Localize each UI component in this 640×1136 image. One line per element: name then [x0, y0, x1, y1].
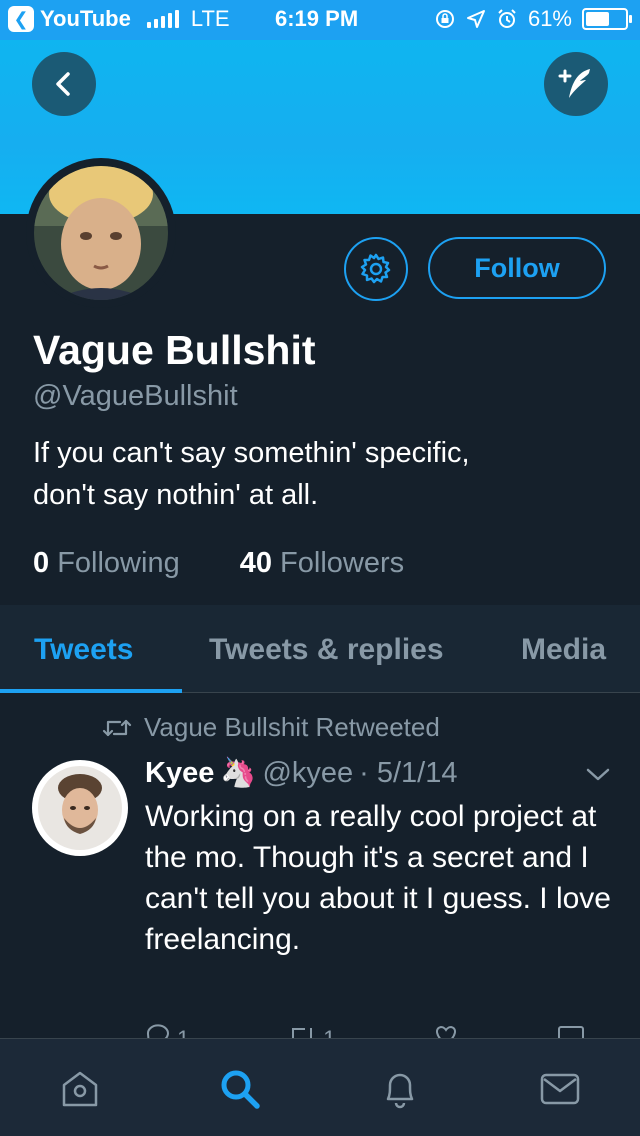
bio-line-1: If you can't say somethin' specific, — [33, 437, 470, 469]
bottom-tab-bar — [0, 1038, 640, 1136]
retweet-count: 1 — [323, 1026, 335, 1038]
carrier-label: LTE — [190, 6, 230, 31]
signal-icon — [146, 10, 179, 28]
profile-bio: If you can't say somethin' specific, don… — [33, 432, 613, 516]
tweet-actions: 1 1 — [145, 1024, 585, 1038]
tweet-author-handle[interactable]: @kyee — [262, 757, 353, 790]
mail-icon — [540, 1073, 580, 1105]
tweet-author-name[interactable]: Kyee — [145, 757, 214, 790]
alarm-icon — [498, 9, 516, 28]
back-to-app-icon[interactable]: ❮ — [8, 6, 34, 32]
tweet-header: Kyee 🦄 @kyee · 5/1/14 — [145, 756, 457, 790]
battery-icon — [582, 8, 632, 30]
battery-percent: 61% — [527, 6, 572, 31]
profile-settings-button[interactable] — [344, 237, 408, 301]
retweet-action[interactable]: 1 — [287, 1024, 336, 1038]
active-tab-indicator — [0, 689, 182, 693]
tweet-date: · 5/1/14 — [359, 756, 458, 789]
followers-stat[interactable]: 40 Followers — [240, 547, 404, 580]
heart-icon — [436, 1025, 457, 1038]
status-bar: ❮ YouTube LTE 6:19 PM 61% — [0, 0, 640, 40]
tweet-text: Working on a really cool project at the … — [145, 800, 611, 956]
tab-tweets[interactable]: Tweets — [34, 633, 133, 667]
bio-line-2: don't say nothin' at all. — [33, 479, 319, 511]
profile-tabs: Tweets Tweets & replies Media — [0, 605, 640, 693]
follow-button[interactable]: Follow — [428, 237, 606, 299]
tabbar-search[interactable] — [216, 1065, 264, 1113]
avatar-image — [34, 166, 168, 300]
status-right: 61% — [434, 6, 632, 32]
reply-count: 1 — [177, 1026, 189, 1038]
unicorn-emoji: 🦄 — [220, 757, 257, 789]
tabbar-notifications[interactable] — [376, 1065, 424, 1113]
tab-media[interactable]: Media — [521, 633, 606, 667]
tab-tweets-and-replies[interactable]: Tweets & replies — [209, 633, 444, 667]
tweet-author-avatar-image — [38, 766, 122, 850]
bell-icon — [386, 1073, 414, 1109]
tabbar-home[interactable] — [56, 1065, 104, 1113]
following-count: 0 — [33, 547, 50, 579]
retweet-context: Vague Bullshit Retweeted — [102, 712, 440, 743]
search-icon — [221, 1070, 260, 1109]
dm-action[interactable] — [557, 1024, 585, 1038]
profile-stats: 0 Following 40 Followers — [33, 547, 404, 580]
tweet-author-avatar[interactable] — [32, 760, 128, 856]
like-action[interactable] — [433, 1024, 459, 1038]
rotation-lock-icon — [435, 10, 454, 28]
following-label: Following — [57, 547, 180, 579]
gear-icon — [360, 253, 391, 284]
display-name: Vague Bullshit — [33, 327, 316, 373]
back-button[interactable] — [32, 52, 96, 116]
retweet-icon — [102, 719, 132, 736]
following-stat[interactable]: 0 Following — [33, 547, 180, 580]
profile-handle: @VagueBullshit — [33, 380, 238, 412]
profile-avatar[interactable] — [26, 158, 176, 308]
tweet-item[interactable]: Vague Bullshit Retweeted Kyee 🦄 @kyee · … — [0, 694, 640, 1038]
followers-label: Followers — [280, 547, 405, 579]
retweet-label: Vague Bullshit Retweeted — [144, 712, 440, 742]
mail-action-icon — [558, 1026, 584, 1038]
tabbar-messages[interactable] — [536, 1065, 584, 1113]
back-icon — [56, 72, 70, 96]
back-to-app-label[interactable]: YouTube — [40, 6, 131, 32]
compose-icon — [558, 69, 590, 98]
tweet-options-button[interactable] — [585, 766, 611, 789]
status-time: 6:19 PM — [275, 6, 359, 31]
chevron-down-icon — [586, 768, 610, 781]
retweet-action-icon — [292, 1028, 313, 1038]
location-icon — [466, 10, 485, 28]
home-icon — [62, 1071, 98, 1107]
status-left: ❮ YouTube LTE — [8, 6, 230, 32]
reply-action[interactable]: 1 — [145, 1024, 189, 1038]
battery-fill — [586, 12, 610, 26]
followers-count: 40 — [239, 547, 272, 579]
compose-tweet-button[interactable] — [544, 52, 608, 116]
reply-icon — [146, 1024, 169, 1038]
